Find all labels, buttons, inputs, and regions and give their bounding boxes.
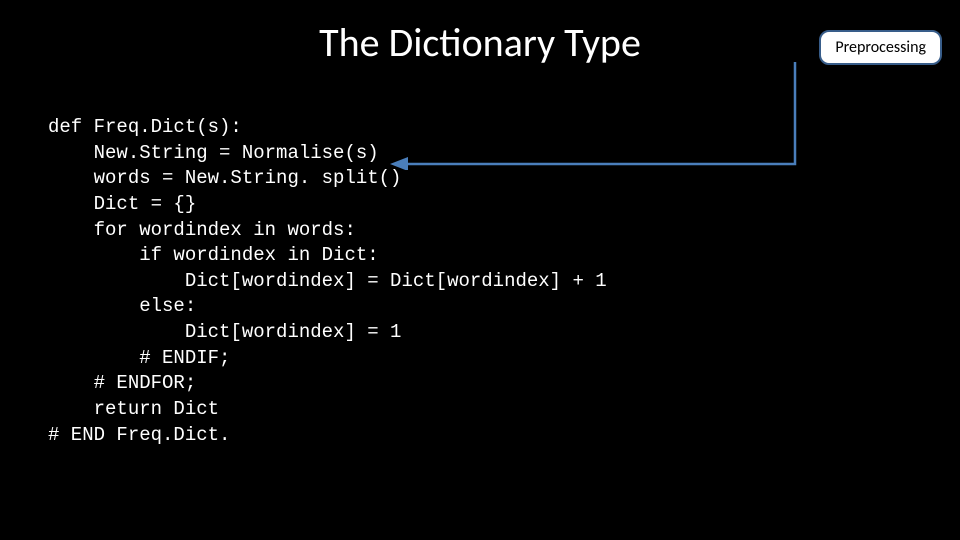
slide: The Dictionary Type Preprocessing def Fr… xyxy=(0,0,960,540)
preprocessing-badge: Preprocessing xyxy=(819,30,942,65)
code-block: def Freq.Dict(s): New.String = Normalise… xyxy=(48,115,607,448)
slide-title: The Dictionary Type xyxy=(0,18,960,67)
